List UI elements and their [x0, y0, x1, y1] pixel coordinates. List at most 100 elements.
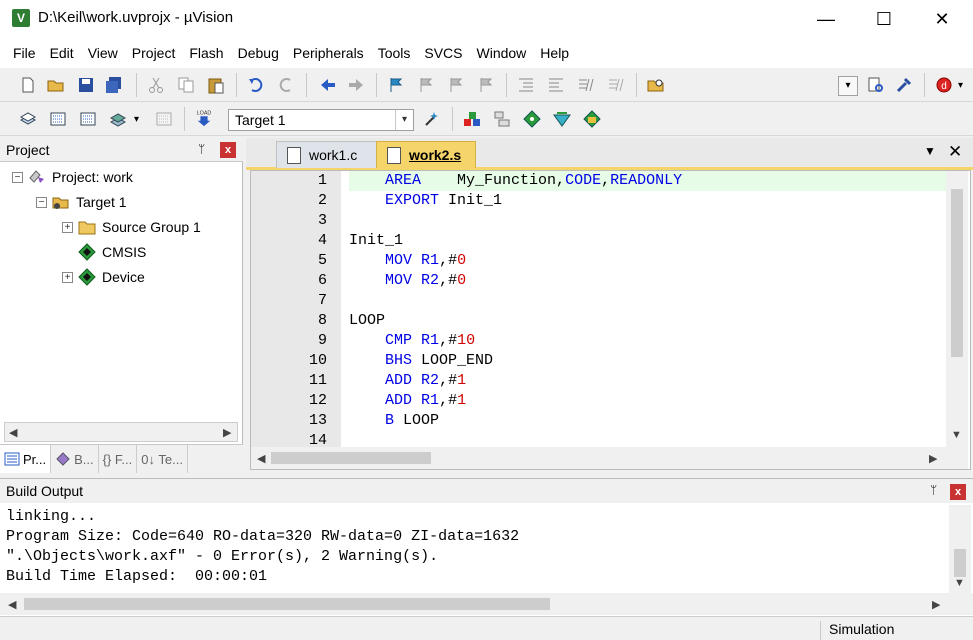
scroll-left-icon[interactable]: ◀ — [257, 452, 265, 465]
clear-bookmarks-icon[interactable] — [476, 75, 496, 95]
indent-icon[interactable] — [516, 75, 536, 95]
scroll-left-icon[interactable]: ◀ — [9, 426, 17, 439]
tab-project[interactable]: Pr... — [0, 445, 52, 473]
nav-back-icon[interactable] — [318, 75, 338, 95]
code-line[interactable]: 3 — [251, 211, 946, 231]
code-line[interactable]: 13 B LOOP — [251, 411, 946, 431]
menu-svcs[interactable]: SVCS — [417, 45, 469, 61]
save-all-icon[interactable] — [104, 75, 124, 95]
close-project-panel-button[interactable]: x — [220, 142, 236, 158]
scrollbar-thumb[interactable] — [271, 452, 431, 464]
scrollbar-thumb[interactable] — [951, 189, 963, 357]
unindent-icon[interactable] — [546, 75, 566, 95]
translate-icon[interactable] — [18, 109, 38, 129]
menu-debug[interactable]: Debug — [231, 45, 286, 61]
tree-item-cmsis[interactable]: CMSIS — [78, 240, 146, 264]
find-dropdown[interactable]: ▾ — [838, 76, 858, 96]
scroll-right-icon[interactable]: ▶ — [929, 452, 937, 465]
menu-view[interactable]: View — [81, 45, 125, 61]
batch-build-dropdown[interactable]: ▾ — [134, 114, 139, 125]
nav-forward-icon[interactable] — [346, 75, 366, 95]
code-line[interactable]: 11 ADD R2,#1 — [251, 371, 946, 391]
target-options-icon[interactable] — [422, 109, 442, 129]
build-output-horizontal-scrollbar[interactable]: ◀ ▶ — [0, 593, 973, 615]
target-select[interactable]: Target 1 ▾ — [228, 109, 414, 131]
tab-templates[interactable]: 0↓ Te... — [137, 445, 188, 473]
save-icon[interactable] — [76, 75, 96, 95]
scroll-down-icon[interactable]: ▼ — [951, 429, 962, 441]
scrollbar-thumb[interactable] — [24, 598, 550, 610]
tree-item-device[interactable]: + Device — [62, 265, 145, 289]
tree-item-project[interactable]: − Project: work — [12, 165, 133, 189]
next-bookmark-icon[interactable] — [446, 75, 466, 95]
comment-icon[interactable] — [576, 75, 596, 95]
tab-work1-c[interactable]: work1.c — [276, 141, 378, 168]
editor-vertical-scrollbar[interactable]: ▼ — [946, 171, 968, 447]
code-line[interactable]: 7 — [251, 291, 946, 311]
menu-edit[interactable]: Edit — [43, 45, 81, 61]
tab-books[interactable]: B... — [51, 445, 99, 473]
expand-icon[interactable]: + — [62, 271, 73, 283]
close-button[interactable]: ✕ — [913, 0, 971, 38]
collapse-icon[interactable]: − — [36, 196, 47, 208]
scroll-down-icon[interactable]: ▼ — [954, 577, 965, 589]
paste-icon[interactable] — [206, 75, 226, 95]
download-icon[interactable]: LOAD — [194, 108, 214, 128]
build-icon[interactable] — [48, 109, 68, 129]
code-line[interactable]: 9 CMP R1,#10 — [251, 331, 946, 351]
manage-project-icon[interactable] — [492, 109, 512, 129]
minimize-button[interactable]: — — [797, 0, 855, 38]
batch-build-icon[interactable] — [108, 109, 128, 129]
editor-horizontal-scrollbar[interactable]: ◀ ▶ — [251, 447, 968, 469]
code-line[interactable]: 4 Init_1 — [251, 231, 946, 251]
menu-help[interactable]: Help — [533, 45, 576, 61]
build-output-vertical-scrollbar[interactable]: ▼ — [949, 505, 971, 593]
menu-peripherals[interactable]: Peripherals — [286, 45, 371, 61]
debug-dropdown[interactable]: ▾ — [958, 80, 963, 91]
find-icon[interactable] — [866, 75, 886, 95]
debug-session-icon[interactable] — [894, 75, 914, 95]
close-build-output-button[interactable]: x — [950, 484, 966, 500]
code-line[interactable]: 6 MOV R2,#0 — [251, 271, 946, 291]
code-line[interactable]: 2 EXPORT Init_1 — [251, 191, 946, 211]
tree-item-target[interactable]: − Target 1 — [36, 190, 127, 214]
prev-bookmark-icon[interactable] — [416, 75, 436, 95]
pin-icon[interactable]: ᛘ — [930, 483, 937, 497]
tree-item-source-group[interactable]: + Source Group 1 — [62, 215, 201, 239]
select-pack-icon[interactable] — [552, 109, 572, 129]
debug-start-icon[interactable]: d — [934, 75, 954, 95]
collapse-icon[interactable]: − — [12, 171, 23, 183]
tab-list-dropdown-icon[interactable]: ▼ — [924, 144, 936, 158]
scroll-right-icon[interactable]: ▶ — [223, 426, 231, 439]
tab-work2-s[interactable]: work2.s — [376, 141, 476, 168]
undo-icon[interactable] — [246, 75, 266, 95]
project-horizontal-scrollbar[interactable]: ◀ ▶ — [4, 422, 238, 442]
manage-rte-icon[interactable] — [522, 109, 542, 129]
pin-icon[interactable]: ᛘ — [198, 142, 205, 156]
code-line[interactable]: 8 LOOP — [251, 311, 946, 331]
open-folder-icon[interactable] — [46, 75, 66, 95]
tab-functions[interactable]: {} F... — [99, 445, 138, 473]
redo-icon[interactable] — [276, 75, 296, 95]
copy-icon[interactable] — [176, 75, 196, 95]
code-line[interactable]: 10 BHS LOOP_END — [251, 351, 946, 371]
scrollbar-thumb[interactable] — [954, 549, 966, 577]
file-extensions-icon[interactable] — [462, 109, 482, 129]
menu-flash[interactable]: Flash — [182, 45, 230, 61]
code-line[interactable]: 1 AREA My_Function,CODE,READONLY — [251, 171, 946, 191]
uncomment-icon[interactable] — [606, 75, 626, 95]
cut-icon[interactable] — [146, 75, 166, 95]
rebuild-icon[interactable] — [78, 109, 98, 129]
find-in-files-icon[interactable] — [646, 75, 666, 95]
stop-build-icon[interactable] — [154, 109, 174, 129]
code-line[interactable]: 5 MOV R1,#0 — [251, 251, 946, 271]
pack-installer-icon[interactable] — [582, 109, 602, 129]
code-line[interactable]: 12 ADD R1,#1 — [251, 391, 946, 411]
menu-file[interactable]: File — [6, 45, 43, 61]
code-editor[interactable]: 1 AREA My_Function,CODE,READONLY 2 EXPORT… — [250, 170, 971, 470]
bookmark-icon[interactable] — [386, 75, 406, 95]
new-file-icon[interactable] — [18, 75, 38, 95]
menu-project[interactable]: Project — [125, 45, 183, 61]
expand-icon[interactable]: + — [62, 221, 73, 233]
scroll-left-icon[interactable]: ◀ — [8, 598, 16, 611]
